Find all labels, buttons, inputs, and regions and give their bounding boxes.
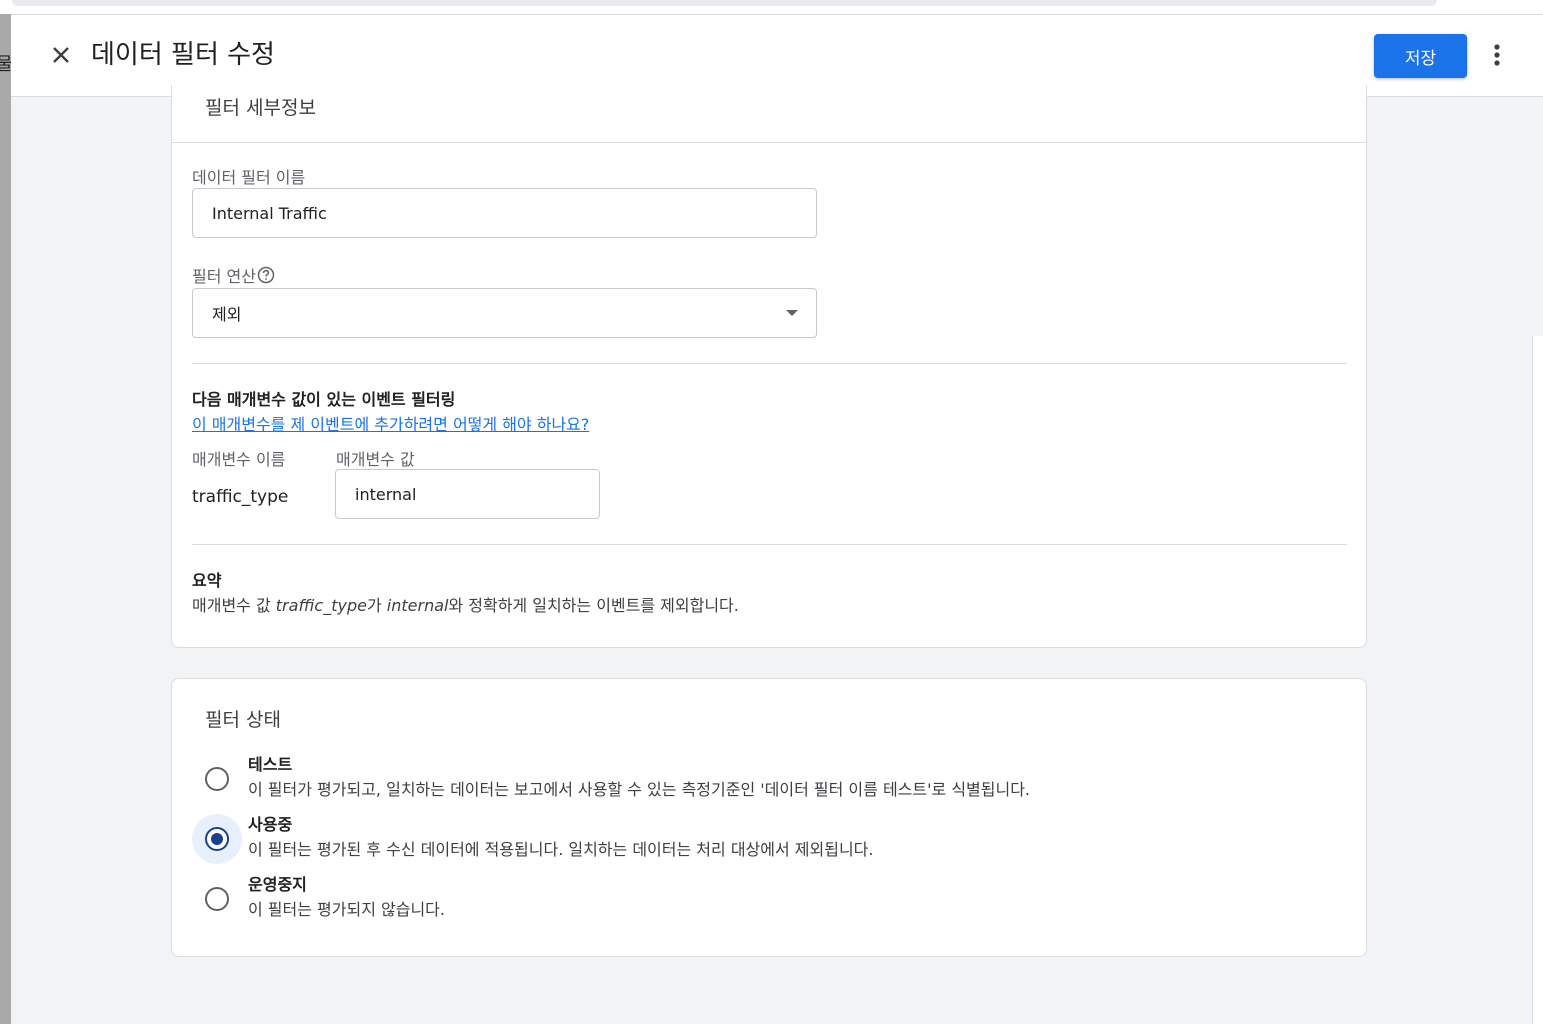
param-value-header: 매개변수 값 — [336, 450, 415, 469]
filter-details-card: 필터 세부정보 데이터 필터 이름 Internal Traffic 필터 연산… — [171, 85, 1367, 648]
card-divider — [172, 142, 1366, 143]
more-options-button[interactable] — [1481, 37, 1513, 73]
edit-filter-panel: 데이터 필터 수정 저장 필터 세부정보 데이터 필터 이름 Internal … — [11, 14, 1543, 1024]
radio-selected-dot — [211, 833, 223, 845]
summary-title: 요약 — [192, 571, 222, 590]
param-name-header: 매개변수 이름 — [192, 450, 286, 469]
filter-status-title: 필터 상태 — [205, 709, 281, 731]
status-option-title: 사용중 — [248, 815, 293, 834]
more-vert-icon — [1494, 44, 1500, 66]
close-icon — [53, 47, 69, 63]
filter-details-title: 필터 세부정보 — [205, 97, 316, 119]
filter-name-value: Internal Traffic — [212, 203, 327, 223]
section-divider — [192, 544, 1347, 545]
help-circle-icon[interactable] — [257, 266, 275, 284]
summary-prefix: 매개변수 값 — [192, 596, 276, 615]
summary-value: internal — [386, 596, 449, 615]
filter-operation-value: 제외 — [212, 305, 242, 324]
status-option-title: 운영중지 — [248, 875, 307, 894]
filter-operation-select[interactable]: 제외 — [192, 288, 817, 338]
param-help-link[interactable]: 이 매개변수를 제 이벤트에 추가하려면 어떻게 해야 하나요? — [192, 411, 589, 435]
param-name-value: traffic_type — [192, 487, 289, 507]
status-option-desc: 이 필터는 평가된 후 수신 데이터에 적용됩니다. 일치하는 데이터는 처리 … — [248, 840, 874, 859]
filter-operation-label-row: 필터 연산 — [192, 263, 275, 287]
summary-mid: 가 — [366, 596, 387, 615]
top-strip — [0, 0, 1543, 14]
radio-button-inactive[interactable] — [205, 887, 229, 911]
filter-name-label: 데이터 필터 이름 — [192, 168, 306, 187]
param-value-input[interactable]: internal — [335, 469, 600, 519]
status-option-title: 테스트 — [248, 755, 293, 774]
dropdown-arrow-icon — [786, 310, 798, 316]
status-option-active[interactable]: 사용중 이 필터는 평가된 후 수신 데이터에 적용됩니다. 일치하는 데이터는… — [192, 814, 1292, 870]
close-button[interactable] — [43, 37, 79, 73]
top-strip-bar — [12, 0, 1437, 6]
summary-param: traffic_type — [275, 596, 367, 615]
radio-button-test[interactable] — [205, 767, 229, 791]
filter-status-card: 필터 상태 테스트 이 필터가 평가되고, 일치하는 데이터는 보고에서 사용할… — [171, 678, 1367, 957]
background-page-sliver: 물 — [0, 0, 13, 1024]
page-title: 데이터 필터 수정 — [91, 40, 275, 70]
status-option-desc: 이 필터는 평가되지 않습니다. — [248, 900, 445, 919]
filter-name-input[interactable]: Internal Traffic — [192, 188, 817, 238]
status-option-test[interactable]: 테스트 이 필터가 평가되고, 일치하는 데이터는 보고에서 사용할 수 있는 … — [192, 754, 1292, 810]
param-section-title: 다음 매개변수 값이 있는 이벤트 필터링 — [192, 390, 456, 409]
filter-operation-label: 필터 연산 — [192, 267, 256, 286]
radio-halo — [192, 874, 242, 924]
summary-suffix: 와 정확하게 일치하는 이벤트를 제외합니다. — [448, 596, 739, 615]
param-value-text: internal — [355, 484, 417, 504]
radio-halo — [192, 754, 242, 804]
status-option-desc: 이 필터가 평가되고, 일치하는 데이터는 보고에서 사용할 수 있는 측정기준… — [248, 780, 1031, 799]
radio-halo — [192, 814, 242, 864]
section-divider — [192, 363, 1347, 364]
scrollbar[interactable] — [1532, 336, 1543, 1024]
save-button[interactable]: 저장 — [1374, 34, 1467, 78]
radio-button-active[interactable] — [205, 827, 229, 851]
summary-text: 매개변수 값 traffic_type가 internal와 정확하게 일치하는… — [192, 592, 739, 616]
status-option-inactive[interactable]: 운영중지 이 필터는 평가되지 않습니다. — [192, 874, 1292, 930]
